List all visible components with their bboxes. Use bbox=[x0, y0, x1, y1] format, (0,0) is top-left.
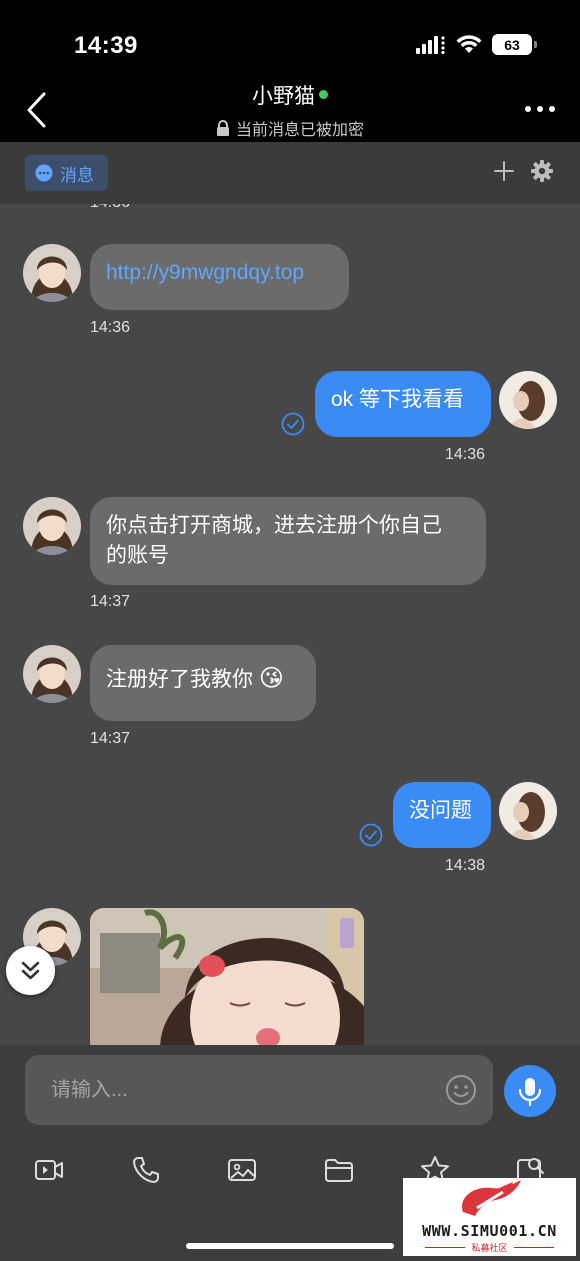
contact-info[interactable]: 小野猫 当前消息已被加密 bbox=[0, 80, 580, 140]
my-avatar[interactable] bbox=[499, 782, 557, 840]
read-check-icon bbox=[281, 412, 305, 436]
message-timestamp: 14:37 bbox=[90, 730, 131, 747]
message-timestamp: 14:36 bbox=[90, 204, 130, 212]
read-check-icon bbox=[359, 823, 383, 847]
more-options-button[interactable] bbox=[522, 98, 558, 120]
watermark-text: WWW.SIMU001.CN bbox=[422, 1222, 557, 1240]
contact-avatar[interactable] bbox=[23, 497, 81, 555]
encryption-notice: 当前消息已被加密 bbox=[0, 116, 580, 140]
folder-icon[interactable] bbox=[323, 1154, 355, 1186]
settings-gear-icon[interactable] bbox=[529, 158, 555, 184]
video-icon[interactable] bbox=[33, 1154, 65, 1186]
my-avatar[interactable] bbox=[499, 371, 557, 429]
online-indicator bbox=[319, 90, 328, 99]
tab-messages[interactable]: 消息 bbox=[25, 155, 108, 191]
contact-name: 小野猫 bbox=[252, 85, 315, 108]
kiss-emoji-icon: 😘 bbox=[258, 665, 284, 692]
add-button[interactable] bbox=[491, 158, 517, 184]
incoming-message-bubble[interactable]: 注册好了我教你 😘 bbox=[90, 645, 316, 721]
message-text: 注册好了我教你 bbox=[106, 668, 253, 691]
signal-icon bbox=[416, 35, 445, 54]
message-timestamp: 14:36 bbox=[90, 319, 131, 336]
incoming-message-bubble[interactable]: 你点击打开商城，进去注册个你自己 的账号 bbox=[90, 497, 486, 585]
image-icon[interactable] bbox=[226, 1154, 258, 1186]
voice-input-button[interactable] bbox=[504, 1065, 556, 1117]
message-timestamp: 14:38 bbox=[445, 857, 486, 874]
wifi-icon bbox=[456, 35, 482, 53]
status-icons: 63 bbox=[416, 34, 537, 55]
watermark-emblem-icon bbox=[462, 1180, 521, 1216]
status-bar: 14:39 63 bbox=[0, 0, 580, 80]
chat-header: 小野猫 当前消息已被加密 bbox=[0, 80, 580, 142]
home-indicator bbox=[186, 1243, 394, 1249]
contact-avatar[interactable] bbox=[23, 244, 81, 302]
message-timestamp: 14:37 bbox=[90, 593, 131, 610]
image-message[interactable] bbox=[90, 908, 364, 1045]
message-bubble-icon bbox=[35, 164, 53, 182]
phone-icon[interactable] bbox=[130, 1154, 162, 1186]
watermark-divider bbox=[514, 1247, 554, 1248]
chat-tabbar: 消息 bbox=[0, 142, 580, 204]
status-time: 14:39 bbox=[74, 32, 138, 59]
message-text: ok 等下我看看 bbox=[331, 388, 465, 411]
message-list[interactable]: 14:36 http://y9mwgndqy.top 14:36 ok 等下我看… bbox=[0, 204, 580, 1045]
message-timestamp: 14:36 bbox=[445, 446, 486, 463]
battery-indicator: 63 bbox=[492, 34, 537, 55]
message-text-line: 你点击打开商城，进去注册个你自己 bbox=[106, 514, 442, 537]
tab-messages-label: 消息 bbox=[60, 165, 94, 185]
watermark-logo: WWW.SIMU001.CN 私募社区 bbox=[403, 1178, 576, 1256]
message-input-container[interactable] bbox=[25, 1055, 493, 1125]
contact-avatar[interactable] bbox=[23, 645, 81, 703]
microphone-icon bbox=[518, 1078, 542, 1107]
emoji-icon[interactable] bbox=[445, 1074, 477, 1106]
message-text: 没问题 bbox=[409, 799, 472, 822]
lock-icon bbox=[216, 119, 229, 136]
incoming-message-bubble[interactable]: http://y9mwgndqy.top bbox=[90, 244, 349, 310]
outgoing-message-bubble[interactable]: 没问题 bbox=[393, 782, 491, 848]
outgoing-message-bubble[interactable]: ok 等下我看看 bbox=[315, 371, 491, 437]
message-input[interactable] bbox=[51, 1055, 451, 1125]
message-link[interactable]: http://y9mwgndqy.top bbox=[106, 261, 304, 284]
encryption-text: 当前消息已被加密 bbox=[235, 122, 364, 139]
scroll-to-bottom-button[interactable] bbox=[6, 946, 55, 995]
message-text-line: 的账号 bbox=[106, 544, 169, 567]
